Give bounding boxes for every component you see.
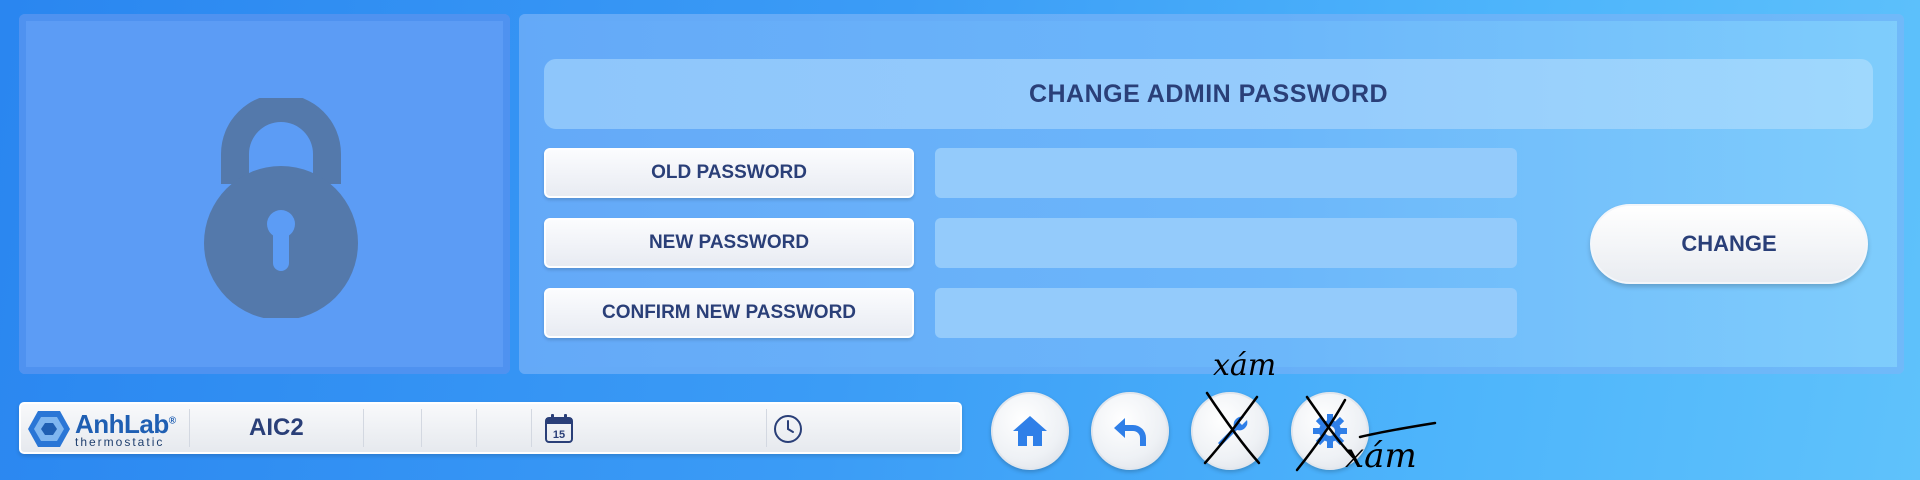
clock-icon: [774, 415, 802, 443]
old-password-input[interactable]: [935, 148, 1517, 198]
lock-panel: [19, 14, 510, 374]
calendar-icon: 15: [545, 414, 573, 443]
home-button[interactable]: [991, 392, 1069, 470]
back-button[interactable]: [1091, 392, 1169, 470]
old-password-label: OLD PASSWORD: [544, 148, 914, 198]
tools-icon: [1218, 416, 1248, 446]
calendar-day: 15: [553, 429, 565, 441]
brand-name: AnhLab: [75, 408, 169, 439]
divider: [766, 409, 767, 447]
lock-icon: [204, 98, 358, 318]
back-arrow-icon: [1114, 418, 1146, 446]
divider: [476, 409, 477, 447]
brand-subtitle: thermostatic: [75, 434, 165, 449]
change-button[interactable]: CHANGE: [1590, 204, 1868, 284]
confirm-password-input[interactable]: [935, 288, 1517, 338]
page-title: CHANGE ADMIN PASSWORD: [544, 59, 1873, 129]
device-name: AIC2: [249, 414, 304, 441]
divider: [531, 409, 532, 447]
confirm-password-label: CONFIRM NEW PASSWORD: [544, 288, 914, 338]
status-bar: AnhLab® thermostatic AIC2 15: [19, 402, 962, 454]
registered-mark: ®: [168, 414, 176, 426]
divider: [189, 409, 190, 447]
divider: [363, 409, 364, 447]
divider: [421, 409, 422, 447]
brand-logo: AnhLab® thermostatic: [27, 407, 176, 451]
hexagon-logo-icon: [28, 411, 70, 447]
tools-button[interactable]: [1191, 392, 1269, 470]
gear-icon: [1313, 414, 1347, 448]
settings-button[interactable]: [1291, 392, 1369, 470]
new-password-label: NEW PASSWORD: [544, 218, 914, 268]
new-password-input[interactable]: [935, 218, 1517, 268]
home-icon: [1013, 416, 1047, 446]
